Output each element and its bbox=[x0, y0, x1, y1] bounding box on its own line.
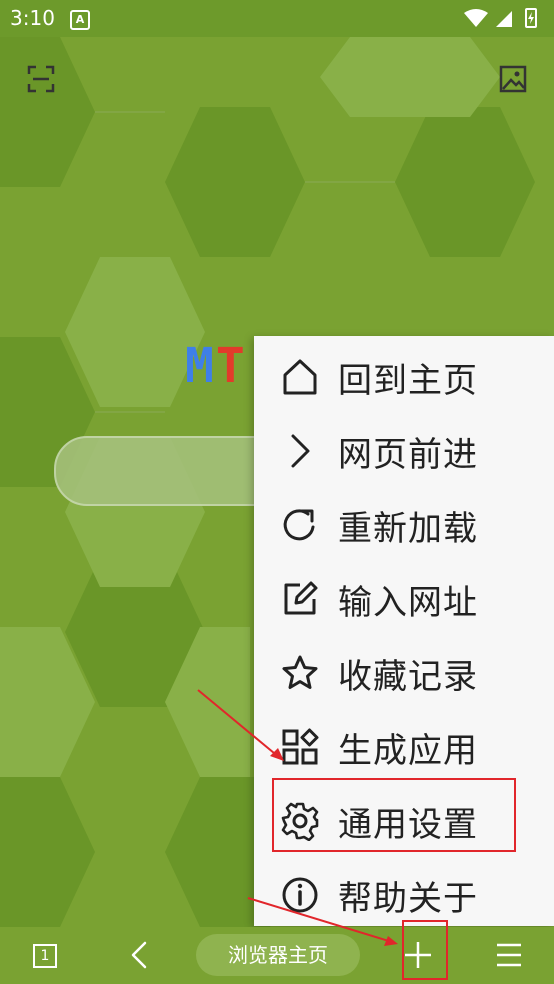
menu-item-home[interactable]: 回到主页 bbox=[254, 340, 554, 414]
menu-item-label: 回到主页 bbox=[338, 360, 478, 401]
menu-item-enter-url[interactable]: 输入网址 bbox=[254, 562, 554, 636]
edit-icon bbox=[284, 581, 318, 615]
annotation-box-settings bbox=[272, 778, 516, 852]
menu-item-label: 网页前进 bbox=[338, 434, 478, 475]
status-time: 3:10 bbox=[10, 6, 55, 30]
forward-icon bbox=[291, 434, 310, 468]
menu-item-label: 重新加载 bbox=[338, 508, 478, 549]
menu-icon[interactable] bbox=[494, 940, 524, 970]
annotation-box-plus bbox=[402, 920, 448, 980]
menu-item-label: 输入网址 bbox=[338, 582, 478, 623]
home-icon bbox=[283, 359, 317, 395]
scan-icon[interactable] bbox=[27, 65, 55, 93]
logo-letter-m: M bbox=[185, 338, 216, 394]
menu-item-forward[interactable]: 网页前进 bbox=[254, 414, 554, 488]
image-icon[interactable] bbox=[499, 65, 527, 93]
app-logo: MT bbox=[185, 338, 247, 394]
reload-icon bbox=[283, 509, 315, 541]
menu-item-generate-app[interactable]: 生成应用 bbox=[254, 710, 554, 784]
menu-item-label: 收藏记录 bbox=[338, 656, 478, 697]
menu-item-label: 生成应用 bbox=[338, 730, 478, 771]
back-icon[interactable] bbox=[128, 940, 150, 970]
home-page-button[interactable]: 浏览器主页 bbox=[196, 934, 360, 976]
tabs-button[interactable]: 1 bbox=[33, 944, 57, 968]
logo-letter-t: T bbox=[215, 338, 247, 394]
info-icon bbox=[282, 877, 318, 913]
menu-item-reload[interactable]: 重新加载 bbox=[254, 488, 554, 562]
star-icon bbox=[282, 655, 318, 689]
status-indicators-icon bbox=[464, 8, 537, 28]
status-bar: 3:10 A bbox=[0, 0, 554, 37]
notification-icon: A bbox=[70, 10, 90, 30]
menu-item-label: 帮助关于 bbox=[338, 878, 478, 919]
menu-item-bookmarks[interactable]: 收藏记录 bbox=[254, 636, 554, 710]
apps-icon bbox=[282, 728, 319, 765]
